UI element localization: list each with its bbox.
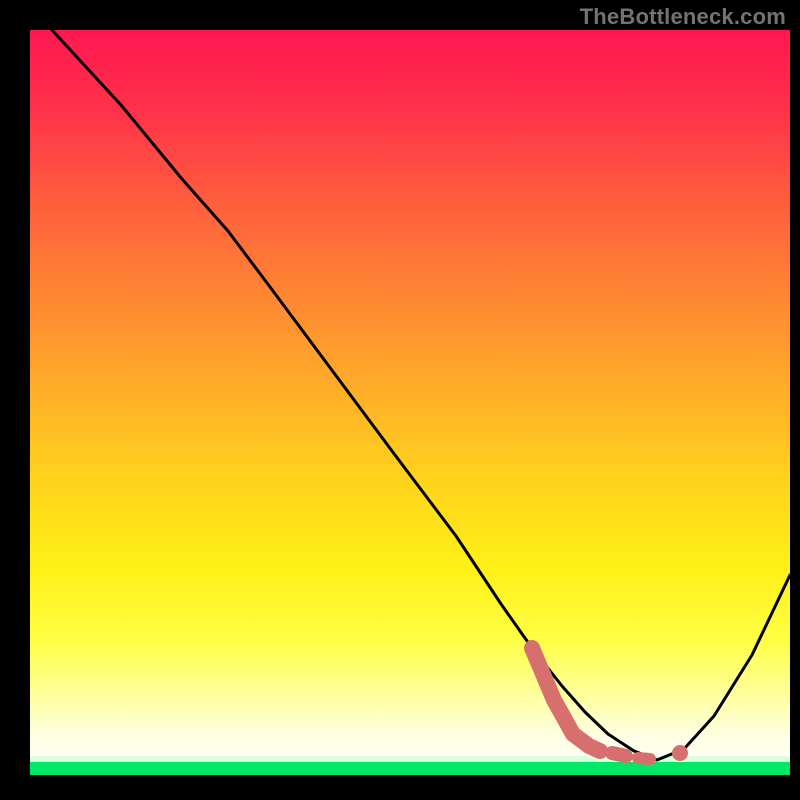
chart-green-band	[30, 762, 790, 775]
watermark-text: TheBottleneck.com	[580, 4, 786, 30]
optimal-point	[672, 745, 688, 761]
chart-canvas: TheBottleneck.com	[0, 0, 800, 800]
optimal-segment-dash2	[638, 758, 650, 759]
optimal-segment-dash1	[612, 753, 626, 756]
chart-svg	[0, 0, 800, 800]
chart-background-gradient	[30, 30, 790, 775]
